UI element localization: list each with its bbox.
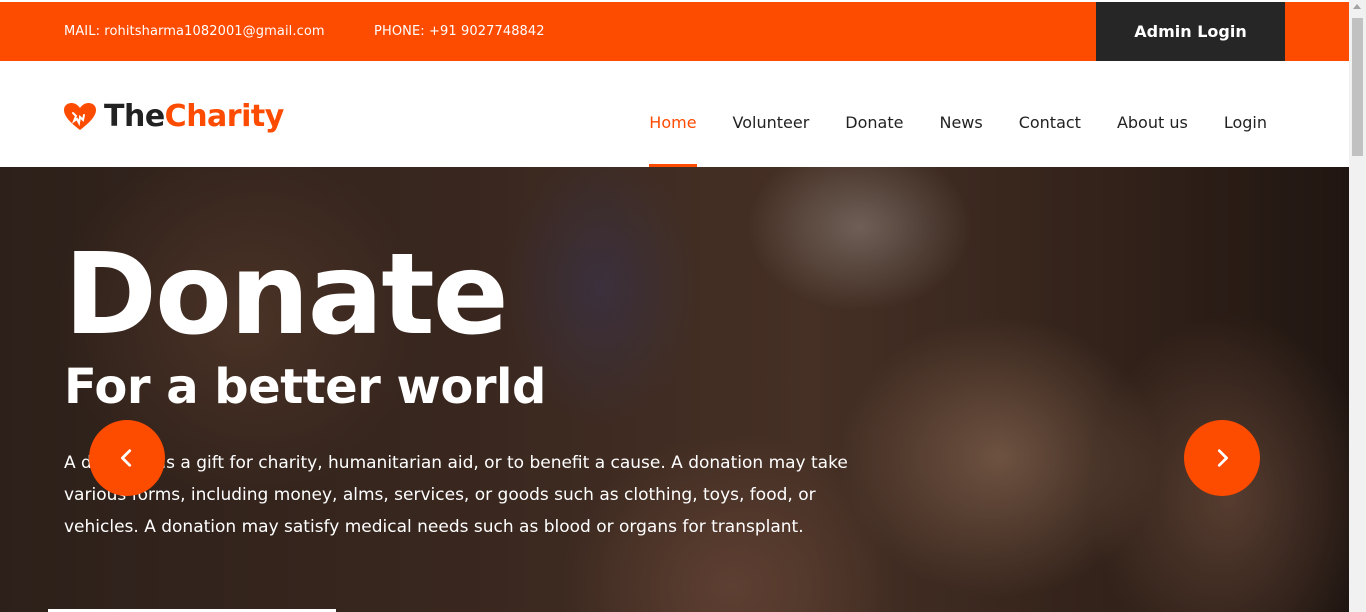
- top-bar: MAIL: rohitsharma1082001@gmail.com PHONE…: [0, 2, 1349, 61]
- hero-title: Donate: [64, 230, 509, 360]
- contact-mail: MAIL: rohitsharma1082001@gmail.com: [64, 24, 325, 39]
- chevron-right-icon: [1217, 449, 1228, 467]
- chevron-left-icon: [121, 449, 132, 467]
- nav-volunteer[interactable]: Volunteer: [733, 61, 810, 167]
- nav-contact[interactable]: Contact: [1019, 61, 1081, 167]
- slider-prev-button[interactable]: [89, 420, 165, 496]
- nav-home[interactable]: Home: [649, 61, 697, 167]
- brand-the: The: [104, 99, 165, 134]
- site-header: TheCharity Home Volunteer Donate News Co…: [0, 61, 1349, 167]
- brand-charity: Charity: [164, 99, 285, 134]
- nav-login[interactable]: Login: [1224, 61, 1267, 167]
- nav-donate[interactable]: Donate: [845, 61, 903, 167]
- nav-about-us[interactable]: About us: [1117, 61, 1188, 167]
- hero-subtitle: For a better world: [64, 359, 546, 415]
- page: MAIL: rohitsharma1082001@gmail.com PHONE…: [0, 0, 1349, 612]
- admin-login-button[interactable]: Admin Login: [1096, 2, 1285, 61]
- hero-description: A donation is a gift for charity, humani…: [64, 453, 848, 537]
- scroll-up-icon[interactable]: [1353, 4, 1361, 9]
- contact-phone: PHONE: +91 9027748842: [374, 24, 545, 39]
- scrollbar-thumb[interactable]: [1352, 18, 1363, 156]
- nav-news[interactable]: News: [939, 61, 982, 167]
- heart-hands-icon: [64, 102, 96, 130]
- brand-name: TheCharity: [104, 99, 284, 134]
- page-scrollbar[interactable]: [1349, 0, 1366, 612]
- hero-slider: Donate For a better world A donation is …: [0, 167, 1349, 612]
- main-nav: Home Volunteer Donate News Contact About…: [613, 61, 1267, 167]
- slider-next-button[interactable]: [1184, 420, 1260, 496]
- site-logo[interactable]: TheCharity: [64, 99, 284, 134]
